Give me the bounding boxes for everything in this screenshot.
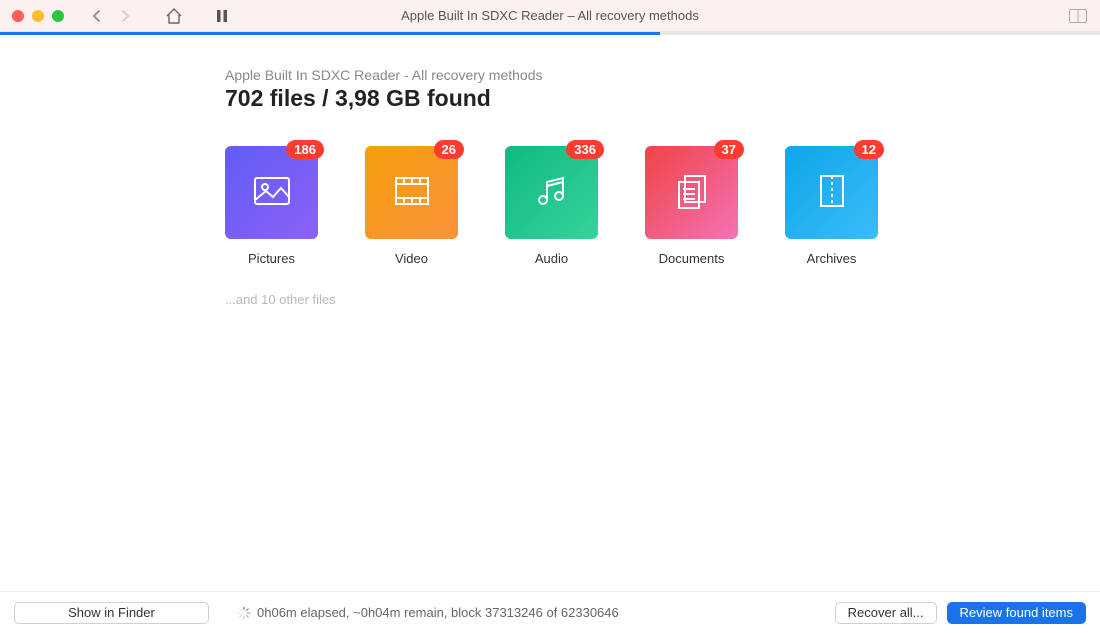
footer-bar: Show in Finder 0h06m elapsed, ~0h04m rem… — [0, 591, 1100, 633]
nav-buttons — [86, 6, 232, 26]
category-label: Documents — [659, 251, 725, 266]
minimize-window-button[interactable] — [32, 10, 44, 22]
recover-all-button[interactable]: Recover all... — [835, 602, 937, 624]
main-content: Apple Built In SDXC Reader - All recover… — [0, 35, 1100, 591]
back-button[interactable] — [86, 6, 106, 26]
category-card-video[interactable]: 26 Video — [365, 146, 458, 266]
category-tile: 26 — [365, 146, 458, 239]
category-card-documents[interactable]: 37 Documents — [645, 146, 738, 266]
category-tile: 37 — [645, 146, 738, 239]
category-card-audio[interactable]: 336 Audio — [505, 146, 598, 266]
music-icon — [531, 170, 573, 215]
scan-progress-fill — [0, 32, 660, 35]
sidebar-toggle-button[interactable] — [1068, 6, 1088, 26]
forward-button — [116, 6, 136, 26]
results-headline: 702 files / 3,98 GB found — [225, 85, 1100, 112]
category-tile: 336 — [505, 146, 598, 239]
chevron-right-icon — [121, 9, 131, 23]
count-badge: 37 — [714, 140, 744, 159]
pause-icon — [216, 9, 228, 23]
spinner-icon — [237, 606, 251, 620]
category-tile: 12 — [785, 146, 878, 239]
review-found-items-button[interactable]: Review found items — [947, 602, 1086, 624]
count-badge: 12 — [854, 140, 884, 159]
show-in-finder-button[interactable]: Show in Finder — [14, 602, 209, 624]
count-badge: 186 — [286, 140, 324, 159]
category-cards: 186 Pictures 26 Video 336 Audio 37 Documents 12 A… — [225, 146, 1100, 266]
titlebar: Apple Built In SDXC Reader – All recover… — [0, 0, 1100, 32]
category-tile: 186 — [225, 146, 318, 239]
status-text: 0h06m elapsed, ~0h04m remain, block 3731… — [237, 605, 619, 620]
status-label: 0h06m elapsed, ~0h04m remain, block 3731… — [257, 605, 619, 620]
category-label: Audio — [535, 251, 568, 266]
category-label: Video — [395, 251, 428, 266]
film-icon — [391, 170, 433, 215]
home-button[interactable] — [164, 6, 184, 26]
image-icon — [251, 170, 293, 215]
chevron-left-icon — [91, 9, 101, 23]
source-subtitle: Apple Built In SDXC Reader - All recover… — [225, 67, 1100, 83]
columns-icon — [1069, 9, 1087, 23]
home-icon — [165, 7, 183, 25]
count-badge: 26 — [434, 140, 464, 159]
fullscreen-window-button[interactable] — [52, 10, 64, 22]
zip-icon — [811, 170, 853, 215]
more-files-text: ...and 10 other files — [225, 292, 1100, 307]
category-label: Pictures — [248, 251, 295, 266]
close-window-button[interactable] — [12, 10, 24, 22]
category-card-pictures[interactable]: 186 Pictures — [225, 146, 318, 266]
window-controls — [12, 10, 64, 22]
doc-icon — [671, 170, 713, 215]
category-card-archives[interactable]: 12 Archives — [785, 146, 878, 266]
count-badge: 336 — [566, 140, 604, 159]
pause-button[interactable] — [212, 6, 232, 26]
scan-progress-bar — [0, 32, 1100, 35]
category-label: Archives — [807, 251, 857, 266]
